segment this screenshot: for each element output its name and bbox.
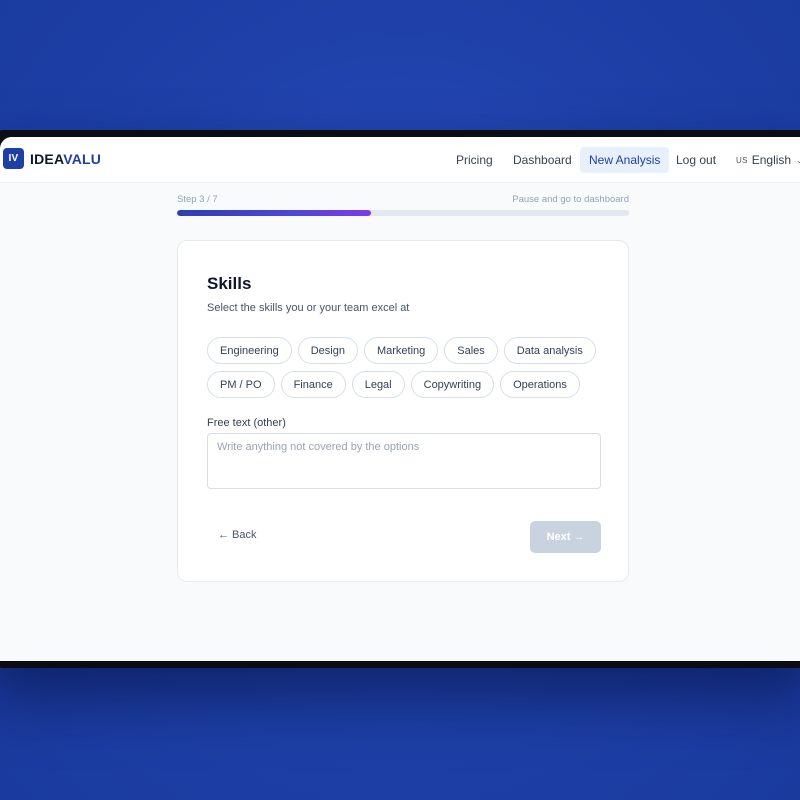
skill-options: Engineering Design Marketing Sales Data …: [207, 337, 607, 398]
card-title: Skills: [207, 274, 252, 293]
next-label: Next: [546, 531, 571, 543]
nav-log-out[interactable]: Log out: [667, 147, 725, 173]
nav-pricing[interactable]: Pricing: [447, 147, 502, 173]
skill-chip-engineering[interactable]: Engineering: [207, 337, 292, 364]
skill-chip-design[interactable]: Design: [297, 337, 358, 364]
app-screen: IV IDEAVALU Pricing Dashboard New Analys…: [0, 137, 800, 661]
logo-icon[interactable]: IV: [3, 148, 24, 169]
progress-bar: [177, 210, 629, 216]
logo-text-primary: IDEA: [30, 151, 64, 167]
skill-chip-operations[interactable]: Operations: [500, 371, 580, 398]
chevron-down-icon: ⌄: [796, 155, 800, 165]
language-label: English: [751, 153, 792, 167]
skill-chip-finance[interactable]: Finance: [280, 371, 346, 398]
logo-wordmark[interactable]: IDEAVALU: [30, 151, 101, 167]
nav-new-analysis[interactable]: New Analysis: [580, 147, 670, 173]
back-label: Back: [232, 529, 257, 541]
step-indicator: Step 3 / 7 Pause and go to dashboard: [177, 194, 629, 208]
progress-bar-fill: [177, 210, 372, 216]
pause-dashboard-link[interactable]: Pause and go to dashboard: [512, 194, 629, 205]
arrow-left-icon: ←: [218, 529, 229, 541]
arrow-right-icon: →: [573, 531, 585, 543]
back-button[interactable]: ← Back: [218, 529, 256, 541]
skills-card: Skills Select the skills you or your tea…: [177, 240, 629, 582]
skill-chip-sales[interactable]: Sales: [444, 337, 498, 364]
top-navigation: IV IDEAVALU Pricing Dashboard New Analys…: [0, 137, 800, 183]
free-text-label: Free text (other): [207, 417, 286, 429]
skill-chip-data-analysis[interactable]: Data analysis: [503, 337, 596, 364]
language-selector[interactable]: US English ⌄: [736, 147, 800, 173]
nav-dashboard[interactable]: Dashboard: [504, 147, 581, 173]
skill-chip-pm-po[interactable]: PM / PO: [207, 371, 275, 398]
next-button[interactable]: Next →: [530, 521, 601, 553]
logo-text-accent: VALU: [63, 151, 102, 167]
skill-chip-legal[interactable]: Legal: [351, 371, 405, 398]
step-label: Step 3 / 7: [177, 194, 218, 205]
skill-chip-copywriting[interactable]: Copywriting: [410, 371, 495, 398]
card-subtitle: Select the skills you or your team excel…: [207, 302, 410, 314]
skill-chip-marketing[interactable]: Marketing: [363, 337, 439, 364]
free-text-input[interactable]: [207, 433, 601, 489]
us-flag-icon: US: [736, 155, 748, 165]
